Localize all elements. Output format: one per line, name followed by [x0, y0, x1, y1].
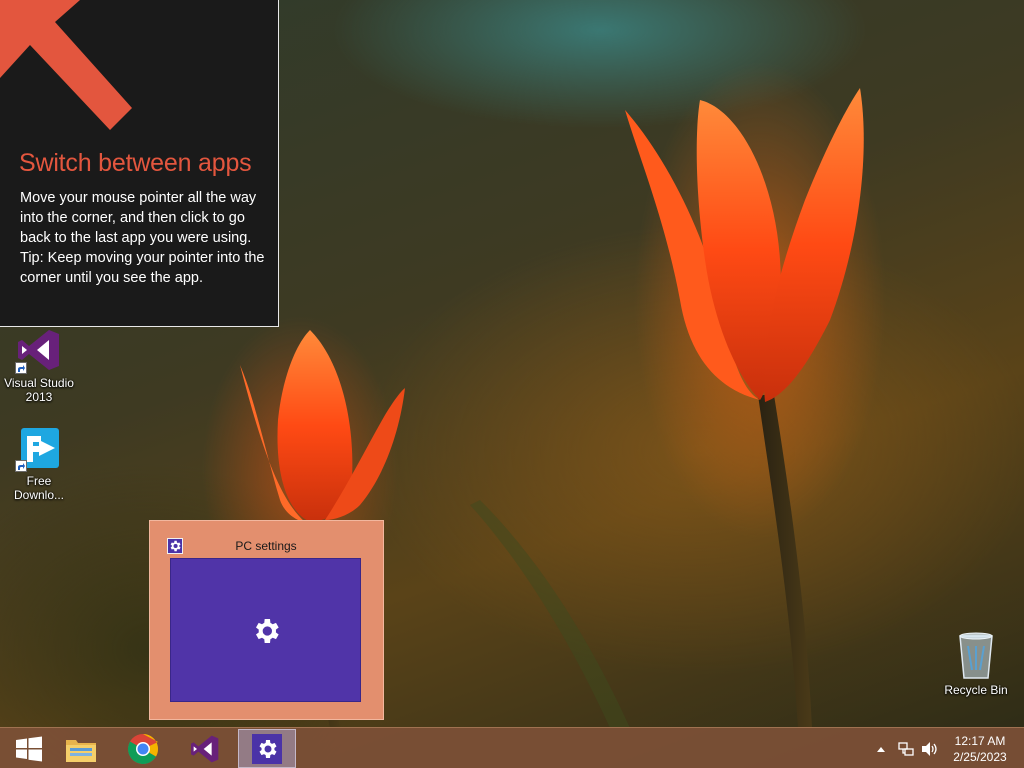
clock-date: 2/25/2023 [953, 750, 1007, 764]
chevron-up-icon [877, 746, 885, 752]
switch-apps-hint: Switch between apps Move your mouse poin… [0, 0, 279, 327]
folder-icon [66, 739, 96, 762]
recycle-bin-label: Recycle Bin [944, 683, 1008, 697]
taskbar-pc-settings[interactable] [238, 729, 296, 768]
clock-time: 12:17 AM [954, 734, 1006, 748]
visual-studio-icon [15, 326, 63, 374]
start-button[interactable] [0, 729, 58, 768]
gear-icon [256, 619, 279, 643]
hint-instruction: Move your mouse pointer all the way into… [20, 190, 257, 246]
visual-studio-icon [191, 735, 219, 762]
hint-tip: Tip: Keep moving your pointer into the c… [20, 250, 265, 286]
desktop-icon-free-download[interactable]: Free Downlo... [0, 424, 78, 502]
network-tray-button[interactable] [895, 728, 917, 768]
taskbar-clock[interactable]: 12:17 AM 2/25/2023 [944, 733, 1016, 765]
desktop-icon-label: Visual Studio 2013 [4, 376, 74, 404]
pc-settings-thumbnail-preview[interactable]: PC settings [149, 520, 384, 720]
shortcut-arrow-icon [15, 362, 27, 374]
taskbar-google-chrome[interactable] [114, 729, 172, 768]
hint-body: Move your mouse pointer all the way into… [20, 188, 270, 288]
preview-title: PC settings [235, 539, 297, 553]
hint-title: Switch between apps [19, 149, 252, 177]
taskbar-file-explorer[interactable] [52, 729, 110, 768]
gear-icon [167, 538, 183, 554]
chrome-icon [127, 733, 159, 764]
desktop-icon-visual-studio[interactable]: Visual Studio 2013 [0, 326, 78, 404]
free-download-manager-icon [15, 424, 63, 472]
recycle-bin-icon [952, 630, 1000, 680]
windows-logo-icon [16, 736, 42, 761]
volume-tray-button[interactable] [919, 728, 941, 768]
taskbar-visual-studio[interactable] [176, 729, 234, 768]
gear-icon [252, 733, 282, 764]
corner-arrow-icon [0, 0, 132, 130]
volume-icon [922, 741, 937, 756]
taskbar: 12:17 AM 2/25/2023 [0, 727, 1024, 768]
desktop-icon-recycle-bin[interactable]: Recycle Bin [940, 630, 1012, 697]
show-hidden-icons-button[interactable] [872, 728, 890, 768]
network-icon [898, 741, 914, 756]
preview-window[interactable] [170, 558, 361, 702]
shortcut-arrow-icon [15, 460, 27, 472]
desktop-icon-label: Free Downlo... [13, 474, 65, 502]
